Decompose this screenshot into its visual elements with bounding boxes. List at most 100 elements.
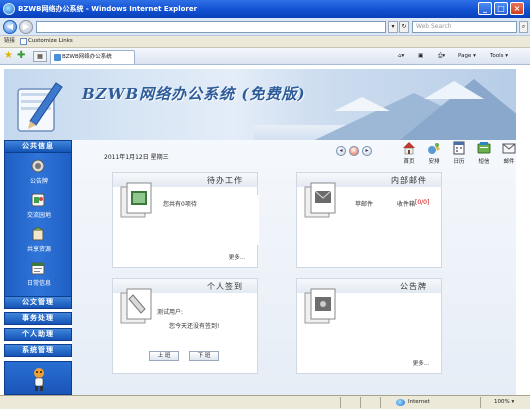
notice-more-link[interactable]: 更多...	[413, 359, 429, 367]
clock-in-button[interactable]: 上 班	[149, 351, 179, 361]
page-viewport: BZWB网络办公系统 (免费版) 公共信息 公告牌 交流园地 共享资源 日常信息…	[0, 65, 530, 395]
links-label: 链接	[4, 38, 16, 44]
sidebar-item-label: 交流园地	[26, 212, 51, 219]
mail-label: 苹邮件	[355, 201, 374, 208]
sidebar-menu-system[interactable]: 系统管理	[4, 344, 72, 357]
favorites-star-icon[interactable]: ★	[4, 50, 13, 62]
window-titlebar: BZWB网络办公系统 - Windows Internet Explorer _…	[0, 0, 530, 18]
link-page-icon	[20, 38, 27, 45]
toolbar-mail[interactable]: 邮件	[498, 141, 520, 165]
minimize-button[interactable]: _	[478, 2, 492, 15]
tools-menu-button[interactable]: Tools ▾	[490, 51, 508, 62]
mascot-icon	[34, 368, 44, 391]
feeds-icon[interactable]: ▣	[418, 51, 423, 62]
search-input[interactable]: Web Search	[412, 21, 517, 33]
stop-icon[interactable]: ×	[349, 146, 359, 156]
main-content: 2011年1月12日 星期三 ◂ × ▸ 首页 安排 日历 短信 邮件 待办工作…	[72, 140, 516, 395]
status-bar: Internet 100% ▾	[0, 395, 530, 409]
sidebar-menu-assistant[interactable]: 个人助理	[4, 328, 72, 341]
signin-user: 测试用户:	[157, 309, 184, 316]
current-date: 2011年1月12日 星期三	[104, 154, 169, 161]
customize-links-link[interactable]: Customize Links	[28, 36, 73, 47]
sidebar-item-label: 共享资源	[26, 246, 51, 253]
sidebar-footer	[4, 361, 72, 395]
sidebar-item-label: 日常信息	[26, 280, 51, 287]
back-button[interactable]: ◀	[3, 20, 17, 34]
toolbar-label: 日历	[453, 159, 465, 165]
tab-bar: ★ ✚ ▦ BZWB网络办公系统 ⌂▾ ▣ ⎙▾ Page ▾ Tools ▾	[0, 48, 530, 65]
sidebar: 公共信息 公告牌 交流园地 共享资源 日常信息 公文管理 事务处理 个人助理 系…	[4, 140, 72, 395]
panel-title: 个人签到	[207, 282, 243, 291]
schedule-icon	[428, 143, 440, 154]
zoom-level[interactable]: 100% ▾	[494, 396, 514, 408]
calendar-icon	[453, 141, 465, 155]
page-icon	[54, 54, 61, 61]
window-title: BZWB网络办公系统 - Windows Internet Explorer	[18, 5, 198, 13]
shared-resource-icon	[32, 227, 44, 241]
todo-document-icon	[120, 182, 152, 218]
banner-title: BZWB网络办公系统 (免费版)	[82, 85, 306, 103]
page-menu-button[interactable]: Page ▾	[458, 51, 476, 62]
mail-icon	[502, 143, 516, 154]
sms-icon	[477, 142, 491, 154]
toolbar-sms[interactable]: 短信	[473, 141, 495, 165]
forward-button[interactable]: ▶	[19, 20, 33, 34]
print-icon[interactable]: ⎙▾	[438, 51, 445, 62]
home-icon[interactable]: ⌂▾	[398, 51, 404, 62]
sidebar-head-public-info[interactable]: 公共信息	[4, 140, 72, 153]
panel-todo: 待办工作 您共有0项待 更多...	[112, 172, 259, 268]
zone-label: Internet	[408, 399, 430, 405]
header-banner: BZWB网络办公系统 (免费版)	[4, 69, 516, 145]
inbox-label[interactable]: 收件箱	[397, 199, 415, 208]
signin-document-icon	[120, 288, 152, 324]
todo-summary: 您共有0项待	[163, 201, 197, 208]
refresh-button[interactable]: ↻	[399, 21, 409, 33]
mail-document-icon	[304, 182, 336, 218]
toolbar-home[interactable]: 首页	[398, 141, 420, 165]
sidebar-item-daily[interactable]: 日常信息	[5, 259, 73, 293]
panel-title: 公告牌	[400, 282, 427, 291]
notebook-pen-logo-icon	[17, 82, 63, 132]
toolbar-calendar[interactable]: 日历	[448, 141, 470, 165]
sidebar-menu-documents[interactable]: 公文管理	[4, 296, 72, 309]
panel-title: 待办工作	[207, 176, 243, 185]
inbox-count: [0/0]	[415, 199, 430, 206]
sidebar-item-label: 公告牌	[29, 178, 48, 185]
quick-tabs-button[interactable]: ▦	[33, 51, 47, 62]
close-window-button[interactable]: ×	[510, 2, 524, 15]
maximize-button[interactable]: □	[494, 2, 508, 15]
toolbar-label: 安排	[428, 159, 440, 165]
forward-nav-icon[interactable]: ▸	[362, 146, 372, 156]
panel-notice: 公告牌 更多...	[296, 278, 442, 374]
sidebar-item-shared[interactable]: 共享资源	[5, 225, 73, 259]
toolbar-label: 短信	[478, 159, 490, 165]
daily-info-icon	[31, 262, 45, 275]
add-favorite-icon[interactable]: ✚	[17, 50, 25, 62]
sidebar-menu-affairs[interactable]: 事务处理	[4, 312, 72, 325]
panel-title: 内部邮件	[391, 176, 427, 185]
address-dropdown-button[interactable]: ▾	[388, 21, 398, 33]
tab-bzwb[interactable]: BZWB网络办公系统	[50, 50, 135, 64]
links-bar: 链接 Customize Links	[0, 36, 530, 48]
sidebar-item-notice[interactable]: 公告牌	[5, 157, 73, 191]
back-nav-icon[interactable]: ◂	[336, 146, 346, 156]
date-toolbar: 2011年1月12日 星期三 ◂ × ▸ 首页 安排 日历 短信 邮件	[72, 140, 516, 166]
clock-out-button[interactable]: 下 班	[189, 351, 219, 361]
home-icon	[403, 142, 415, 155]
forum-icon	[31, 193, 45, 207]
sidebar-item-forum[interactable]: 交流园地	[5, 191, 73, 225]
megaphone-icon	[31, 159, 45, 173]
toolbar-schedule[interactable]: 安排	[423, 141, 445, 165]
toolbar-label: 首页	[403, 159, 415, 165]
notice-document-icon	[304, 288, 336, 324]
address-bar-row: ◀ ▶ ▾ ↻ Web Search ⌕	[0, 18, 530, 36]
todo-more-link[interactable]: 更多...	[229, 253, 245, 261]
ie-logo-icon	[3, 3, 15, 15]
panel-signin: 个人签到 测试用户: 您今天还没有签到! 上 班 下 班	[112, 278, 258, 374]
search-icon[interactable]: ⌕	[519, 21, 528, 33]
tab-label: BZWB网络办公系统	[62, 54, 112, 60]
sidebar-public-items: 公告牌 交流园地 共享资源 日常信息	[4, 153, 72, 296]
address-input[interactable]	[36, 21, 386, 33]
signin-status: 您今天还没有签到!	[169, 323, 220, 330]
panel-mail: 内部邮件 苹邮件 收件箱 [0/0]	[296, 172, 442, 268]
